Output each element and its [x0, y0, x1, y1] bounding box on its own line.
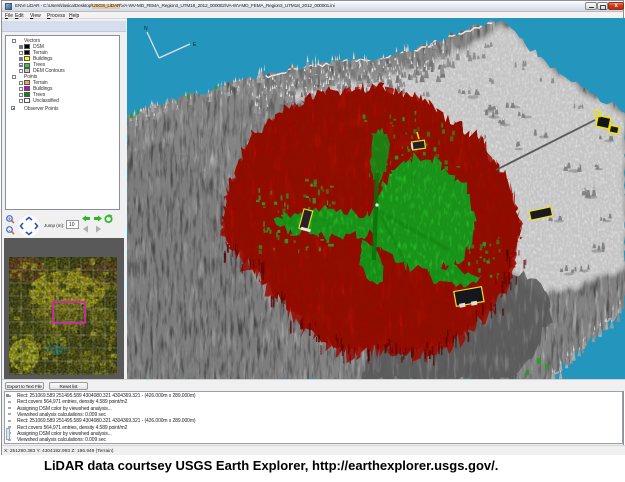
svg-text:+: +	[8, 216, 11, 222]
svg-text:N: N	[144, 26, 148, 32]
